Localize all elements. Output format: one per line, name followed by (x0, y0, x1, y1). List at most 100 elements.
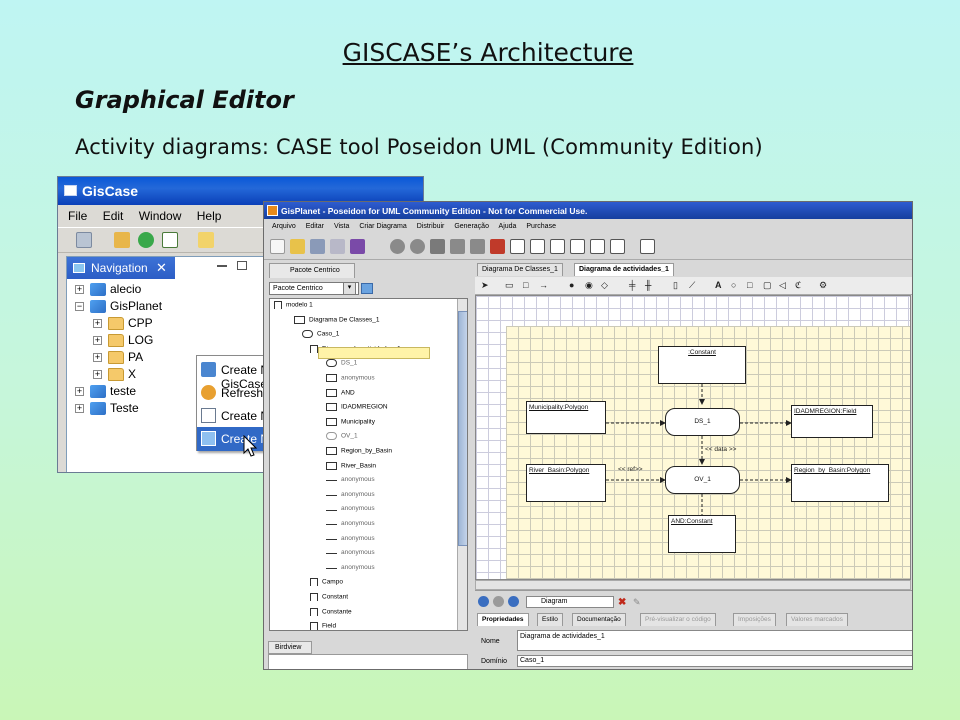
save-icon[interactable] (76, 232, 92, 248)
model-tree-item[interactable]: anonymous (326, 564, 375, 576)
stop-icon[interactable] (493, 596, 504, 607)
paste-icon[interactable] (470, 239, 485, 254)
menu-vista[interactable]: Vista (334, 223, 349, 230)
menu-distribuir[interactable]: Distribuir (417, 223, 445, 230)
model-tree-item[interactable]: anonymous (326, 491, 375, 503)
tree-item[interactable]: + CPP (93, 316, 153, 333)
nome-field[interactable]: Diagrama de actividades_1 (517, 630, 912, 651)
fork-icon[interactable]: ╪ (629, 280, 635, 290)
model-tree-item[interactable]: AND (326, 388, 355, 401)
model-tree-item[interactable]: Field (310, 622, 336, 630)
copy-icon[interactable] (450, 239, 465, 254)
tab-pacote-centrico[interactable]: Pacote Centrico (269, 263, 355, 278)
note-icon[interactable]: ▯ (673, 280, 678, 291)
state-diagram-icon[interactable] (570, 239, 585, 254)
class-diagram-icon[interactable] (530, 239, 545, 254)
text-tool-icon[interactable]: A (715, 280, 722, 290)
rounded-rect-tool-icon[interactable]: ▢ (763, 280, 772, 291)
menu-generacao[interactable]: Generação (454, 223, 489, 230)
menu-editar[interactable]: Editar (306, 223, 324, 230)
expand-icon[interactable]: + (75, 285, 84, 295)
model-tree-item[interactable]: modelo 1 (274, 301, 313, 313)
model-tree-item[interactable]: anonymous (326, 374, 375, 386)
model-tree-item[interactable]: River_Basin (326, 461, 376, 474)
perspective-icon[interactable] (361, 283, 373, 294)
tree-item[interactable]: + LOG (93, 333, 153, 350)
tab-diagrama-de-classes[interactable]: Diagrama De Classes_1 (477, 263, 563, 276)
object-idadmregion[interactable]: IDADMREGION:Field (791, 405, 873, 438)
undo-icon[interactable] (390, 239, 405, 254)
select-tool-icon[interactable]: ➤ (481, 280, 489, 291)
decision-icon[interactable]: ◇ (601, 280, 608, 291)
tree-item[interactable]: − GisPlanet (75, 299, 162, 316)
tab-birdview[interactable]: Birdview (268, 641, 312, 654)
expand-icon[interactable]: + (93, 336, 102, 346)
tree-item[interactable]: + PA (93, 350, 143, 367)
expand-icon[interactable]: + (93, 319, 102, 329)
model-tree-item[interactable]: Region_by_Basin (326, 447, 392, 459)
menu-criar-diagrama[interactable]: Criar Diagrama (359, 223, 406, 230)
tree-item[interactable]: + teste (75, 384, 136, 401)
model-tree-item[interactable]: Diagrama De Classes_1 (294, 315, 379, 328)
link-icon[interactable]: ⟋ (689, 280, 695, 291)
tree-item[interactable]: + Teste (75, 401, 139, 418)
menu-purchase[interactable]: Purchase (526, 223, 556, 230)
deployment-diagram-icon[interactable] (610, 239, 625, 254)
poseidon-titlebar[interactable]: GisPlanet - Poseidon for UML Community E… (264, 202, 912, 219)
rectangle-tool-icon[interactable]: □ (747, 280, 752, 290)
tree-item[interactable]: + alecio (75, 282, 141, 299)
expand-icon[interactable]: + (75, 404, 84, 414)
model-tree-item[interactable]: DS_1 (326, 359, 357, 371)
menu-file[interactable]: File (68, 209, 87, 223)
object-region-by-basin[interactable]: Region_by_Basin:Polygon (791, 464, 889, 502)
save-icon[interactable] (310, 239, 325, 254)
menu-window[interactable]: Window (139, 209, 182, 223)
delete-icon[interactable] (490, 239, 505, 254)
up-icon[interactable] (508, 596, 519, 607)
birdview-canvas[interactable] (268, 654, 468, 669)
back-icon[interactable] (478, 596, 489, 607)
sequence-diagram-icon[interactable] (550, 239, 565, 254)
transition-tool-icon[interactable]: → (539, 280, 548, 290)
model-tree-item[interactable]: Campo (310, 578, 343, 590)
menu-arquivo[interactable]: Arquivo (272, 223, 296, 230)
object-municipality[interactable]: Municipality:Polygon (526, 401, 606, 434)
print-icon[interactable] (330, 239, 345, 254)
model-tree-item[interactable]: Constante (310, 607, 352, 620)
edit-icon[interactable]: ✎ (633, 597, 641, 608)
delete-icon[interactable]: ✖ (618, 597, 626, 608)
wizard-icon[interactable] (198, 232, 214, 248)
activity-diagram-icon[interactable] (590, 239, 605, 254)
spline-tool-icon[interactable]: ℭ (795, 280, 801, 291)
final-state-icon[interactable]: ◉ (585, 280, 593, 291)
open-icon[interactable] (114, 232, 130, 248)
diagram-canvas[interactable]: :Constant Municipality:Polygon DS_1 IDAD… (475, 295, 911, 580)
model-tree-item[interactable]: anonymous (326, 520, 375, 532)
activity-tool-icon[interactable]: ▭ (505, 280, 514, 291)
tab-propriedades[interactable]: Propriedades (477, 613, 529, 626)
expand-icon[interactable]: + (93, 370, 102, 380)
minimize-icon[interactable] (217, 265, 227, 267)
model-tree-item[interactable]: anonymous (326, 505, 375, 517)
collapse-icon[interactable]: − (75, 302, 84, 312)
activity-ds1[interactable]: DS_1 (665, 408, 740, 436)
expand-icon[interactable]: + (93, 353, 102, 363)
new-icon[interactable] (270, 239, 285, 254)
ellipse-tool-icon[interactable]: ○ (731, 280, 736, 290)
tab-pre-visualizar[interactable]: Pré-visualizar o código (640, 613, 716, 626)
component-diagram-icon[interactable] (640, 239, 655, 254)
chevron-down-icon[interactable]: ▾ (343, 282, 356, 295)
tab-estilo[interactable]: Estilo (537, 613, 563, 626)
object-and-constant[interactable]: AND:Constant (668, 515, 736, 553)
model-tree-item[interactable]: Caso_1 (302, 330, 339, 342)
activity-ov1[interactable]: OV_1 (665, 466, 740, 494)
current-element-field[interactable]: Diagram (526, 596, 614, 608)
model-tree-item[interactable]: Municipality (326, 417, 375, 430)
object-constant[interactable]: :Constant (658, 346, 746, 384)
join-icon[interactable]: ╫ (645, 280, 651, 290)
tab-diagrama-de-actividades[interactable]: Diagrama de actividades_1 (574, 263, 674, 276)
diagram-icon[interactable] (510, 239, 525, 254)
cut-icon[interactable] (430, 239, 445, 254)
menu-ajuda[interactable]: Ajuda (499, 223, 517, 230)
model-tree-item[interactable]: OV_1 (326, 432, 358, 444)
